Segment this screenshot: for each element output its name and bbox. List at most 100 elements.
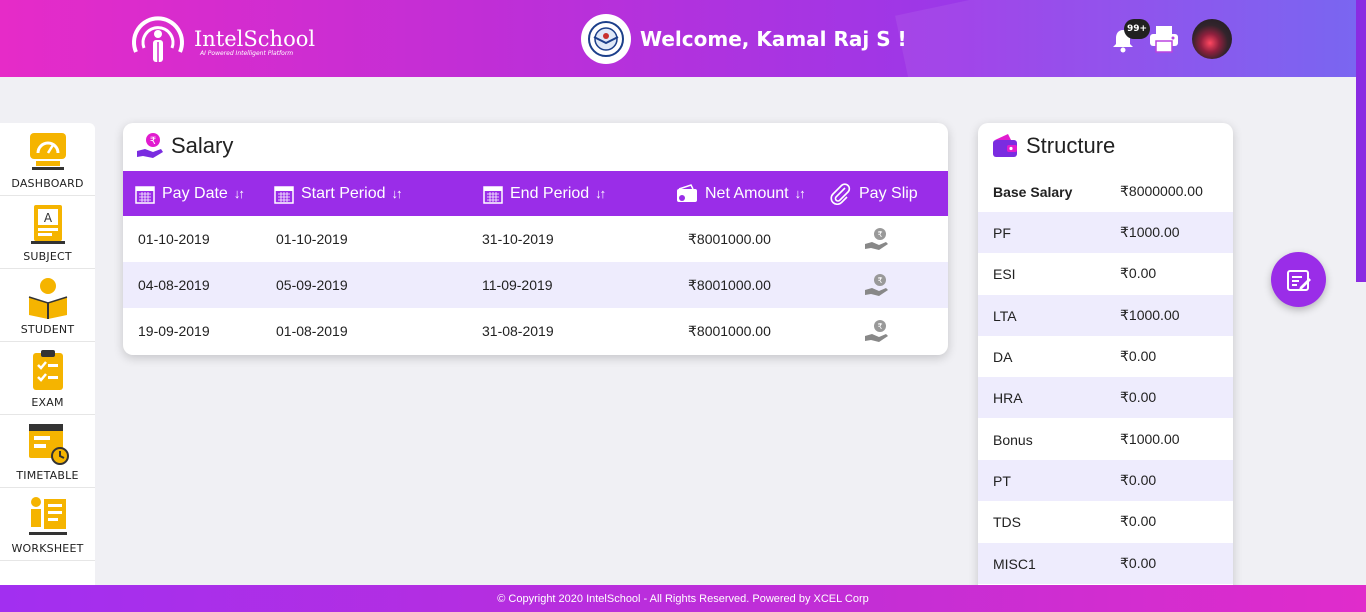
component-value: ₹1000.00: [1120, 307, 1180, 323]
page-scrollbar[interactable]: [1356, 0, 1366, 282]
component-value: ₹0.00: [1120, 555, 1157, 571]
sidebar-item-timetable[interactable]: TIMETABLE: [0, 415, 95, 488]
sort-icon[interactable]: ↓↑: [391, 186, 402, 201]
intelschool-logo[interactable]: IntelSchool AI Powered Intelligent Platf…: [128, 12, 315, 66]
pay-slip-icon[interactable]: ₹: [864, 308, 890, 354]
logo-tagline: AI Powered Intelligent Platform: [200, 49, 294, 57]
sort-icon[interactable]: ↓↑: [795, 186, 806, 201]
notification-badge: 99+: [1124, 19, 1151, 39]
sidebar-item-worksheet[interactable]: WORKSHEET: [0, 488, 95, 561]
welcome-area: Welcome, Kamal Raj S !: [581, 14, 907, 64]
column-end-period[interactable]: End Period ↓↑: [483, 171, 606, 216]
column-label: Pay Slip: [859, 184, 918, 202]
column-label: Net Amount: [705, 184, 789, 202]
column-pay-slip: Pay Slip: [830, 171, 918, 216]
component-name: TDS: [993, 513, 1021, 530]
component-value: ₹0.00: [1120, 389, 1157, 405]
top-header: IntelSchool AI Powered Intelligent Platf…: [0, 0, 1366, 77]
structure-row: PT ₹0.00: [978, 460, 1233, 501]
component-value: ₹1000.00: [1120, 224, 1180, 240]
sidebar-item-more[interactable]: [0, 561, 95, 585]
student-reading-icon: [28, 278, 67, 319]
component-name: HRA: [993, 389, 1023, 406]
structure-row: PF ₹1000.00: [978, 212, 1233, 253]
dashboard-icon: [29, 133, 66, 170]
salary-hand-coin-icon: ₹: [137, 133, 163, 158]
sidebar-item-label: STUDENT: [20, 323, 75, 336]
school-emblem-icon: [581, 14, 631, 64]
sidebar-item-label: EXAM: [31, 396, 64, 409]
svg-text:₹: ₹: [877, 276, 882, 285]
structure-row: TDS ₹0.00: [978, 501, 1233, 542]
timetable-icon: [28, 424, 69, 465]
column-net-amount[interactable]: Net Amount ↓↑: [676, 171, 806, 216]
component-value: ₹1000.00: [1120, 431, 1180, 447]
table-row: 01-10-2019 01-10-2019 31-10-2019 ₹800100…: [123, 216, 948, 262]
component-name: PF: [993, 224, 1011, 241]
component-name: LTA: [993, 307, 1017, 324]
sidebar-item-dashboard[interactable]: DASHBOARD: [0, 123, 95, 196]
user-avatar[interactable]: [1192, 19, 1232, 59]
table-row: 04-08-2019 05-09-2019 11-09-2019 ₹800100…: [123, 262, 948, 308]
end-period-cell: 31-08-2019: [482, 323, 554, 339]
component-name: Bonus: [993, 431, 1033, 448]
sidebar-item-exam[interactable]: EXAM: [0, 342, 95, 415]
welcome-message: Welcome, Kamal Raj S !: [640, 27, 907, 51]
paperclip-icon: [830, 182, 851, 205]
edit-note-button[interactable]: [1271, 252, 1326, 307]
pay-date-cell: 01-10-2019: [138, 231, 210, 247]
pay-date-cell: 19-09-2019: [138, 323, 210, 339]
column-label: Pay Date: [162, 184, 228, 202]
svg-text:A: A: [43, 211, 52, 225]
bell-icon[interactable]: [1109, 26, 1137, 54]
end-period-cell: 31-10-2019: [482, 231, 554, 247]
component-name: DA: [993, 348, 1013, 365]
sidebar-item-student[interactable]: STUDENT: [0, 269, 95, 342]
structure-wallet-icon: [993, 134, 1017, 157]
net-amount-cell: ₹8001000.00: [688, 230, 771, 247]
table-row: 19-09-2019 01-08-2019 31-08-2019 ₹800100…: [123, 308, 948, 354]
component-value: ₹8000000.00: [1120, 183, 1203, 199]
structure-row: MISC1 ₹0.00: [978, 543, 1233, 584]
edit-note-icon: [1286, 269, 1311, 291]
salary-table-header: Pay Date ↓↑ Start Period ↓↑ End Period ↓…: [123, 171, 948, 216]
sidebar-item-label: WORKSHEET: [11, 542, 84, 555]
sidebar: DASHBOARD A SUBJECT STUDENT EXAM TIMETAB…: [0, 123, 95, 585]
salary-title-area: ₹ Salary: [135, 131, 233, 161]
svg-text:₹: ₹: [877, 322, 882, 331]
structure-row: Base Salary ₹8000000.00: [978, 171, 1233, 212]
sort-icon[interactable]: ↓↑: [595, 186, 606, 201]
calendar-icon: [483, 185, 503, 204]
sidebar-item-label: DASHBOARD: [11, 177, 84, 190]
column-start-period[interactable]: Start Period ↓↑: [274, 171, 402, 216]
component-value: ₹0.00: [1120, 265, 1157, 281]
start-period-cell: 01-10-2019: [276, 231, 348, 247]
pay-slip-icon[interactable]: ₹: [864, 262, 890, 308]
net-amount-cell: ₹8001000.00: [688, 322, 771, 339]
calendar-icon: [274, 185, 294, 204]
calendar-icon: [135, 185, 155, 204]
salary-card: ₹ Salary Pay Date ↓↑ Start Period ↓↑ End…: [123, 123, 948, 355]
component-value: ₹0.00: [1120, 513, 1157, 529]
end-period-cell: 11-09-2019: [482, 277, 553, 293]
sidebar-item-label: SUBJECT: [23, 250, 72, 263]
structure-row: LTA ₹1000.00: [978, 295, 1233, 336]
column-label: Start Period: [301, 184, 386, 202]
pay-slip-icon[interactable]: ₹: [864, 216, 890, 262]
sidebar-item-subject[interactable]: A SUBJECT: [0, 196, 95, 269]
printer-icon[interactable]: [1148, 24, 1180, 54]
structure-row: ESI ₹0.00: [978, 253, 1233, 294]
salary-title: Salary: [171, 133, 234, 158]
structure-card: Structure Base Salary ₹8000000.00 PF ₹10…: [978, 123, 1233, 593]
component-name: ESI: [993, 265, 1016, 282]
structure-row: Bonus ₹1000.00: [978, 419, 1233, 460]
start-period-cell: 01-08-2019: [276, 323, 348, 339]
column-pay-date[interactable]: Pay Date ↓↑: [135, 171, 245, 216]
exam-clipboard-icon: [32, 350, 63, 390]
wallet-icon: [677, 183, 697, 202]
sort-icon[interactable]: ↓↑: [234, 186, 245, 201]
logo-mark-icon: [132, 16, 184, 62]
structure-row: HRA ₹0.00: [978, 377, 1233, 418]
footer: © Copyright 2020 IntelSchool - All Right…: [0, 585, 1366, 612]
structure-title-area: Structure: [990, 131, 1115, 161]
